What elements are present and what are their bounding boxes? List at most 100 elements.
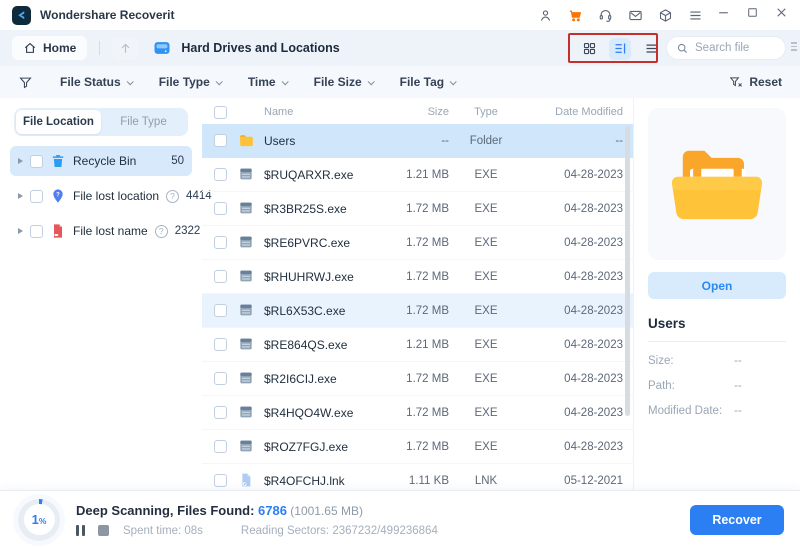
tab-file-location[interactable]: File Location — [16, 110, 101, 134]
row-checkbox[interactable] — [214, 134, 227, 147]
preview-fields: Size: -- Path: -- Modified Date: -- — [648, 355, 786, 417]
tab-file-type[interactable]: File Type — [101, 110, 186, 134]
table-row[interactable]: $R4OFCHJ.lnk 1.11 KB LNK 05-12-2021 — [202, 464, 633, 488]
table-row[interactable]: $RE864QS.exe 1.21 MB EXE 04-28-2023 — [202, 328, 633, 362]
file-type: EXE — [474, 203, 497, 215]
row-checkbox[interactable] — [214, 474, 227, 487]
recycle-bin-icon — [50, 153, 66, 169]
home-button[interactable]: Home — [12, 36, 87, 60]
file-type: EXE — [474, 339, 497, 351]
row-checkbox[interactable] — [214, 372, 227, 385]
sidebar-tree-item[interactable]: File lost name 2322 — [10, 216, 192, 246]
file-type: EXE — [474, 271, 497, 283]
reading-sectors: Reading Sectors: 2367232/499236864 — [241, 525, 438, 537]
filter-dropdown[interactable]: File Tag — [400, 75, 455, 89]
row-checkbox[interactable] — [214, 440, 227, 453]
help-icon[interactable] — [166, 190, 179, 203]
preview-field: Path: -- — [648, 380, 786, 392]
table-row[interactable]: $RHUHRWJ.exe 1.72 MB EXE 04-28-2023 — [202, 260, 633, 294]
package-icon[interactable] — [657, 7, 673, 23]
recover-button[interactable]: Recover — [690, 505, 784, 535]
filter-funnel-icon — [18, 75, 33, 90]
filter-dropdown[interactable]: File Type — [159, 75, 221, 89]
panel-collapse-handle[interactable] — [791, 42, 797, 51]
exe-file-icon — [238, 404, 255, 421]
column-size[interactable]: Size — [428, 106, 449, 118]
item-count: 2322 — [175, 225, 201, 237]
table-row[interactable]: $R4HQO4W.exe 1.72 MB EXE 04-28-2023 — [202, 396, 633, 430]
field-label: Path: — [648, 380, 734, 392]
filter-label: Time — [248, 75, 276, 89]
row-checkbox[interactable] — [214, 338, 227, 351]
reset-filters-button[interactable]: Reset — [729, 75, 782, 89]
table-row[interactable]: $RL6X53C.exe 1.72 MB EXE 04-28-2023 — [202, 294, 633, 328]
navigate-up-button[interactable] — [112, 37, 139, 60]
maximize-button[interactable] — [746, 6, 759, 24]
file-date-modified: 04-28-2023 — [564, 407, 623, 419]
file-type: EXE — [474, 305, 497, 317]
expand-arrow-icon[interactable] — [18, 193, 23, 199]
search-box[interactable] — [666, 36, 786, 60]
grid-view-button[interactable] — [578, 38, 600, 60]
app-title: Wondershare Recoverit — [40, 8, 175, 22]
file-size: -- — [441, 135, 449, 147]
select-all-checkbox[interactable] — [214, 106, 227, 119]
open-button[interactable]: Open — [648, 272, 786, 299]
file-name: $R4HQO4W.exe — [264, 406, 365, 420]
statusbar: 1% Deep Scanning, Files Found: 6786 (100… — [0, 490, 800, 548]
list-view-button[interactable] — [609, 38, 631, 60]
expand-arrow-icon[interactable] — [18, 228, 23, 234]
table-row[interactable]: $R3BR25S.exe 1.72 MB EXE 04-28-2023 — [202, 192, 633, 226]
table-row[interactable]: $RUQARXR.exe 1.21 MB EXE 04-28-2023 — [202, 158, 633, 192]
row-checkbox[interactable] — [214, 304, 227, 317]
expand-arrow-icon[interactable] — [18, 158, 23, 164]
table-row[interactable]: $RE6PVRC.exe 1.72 MB EXE 04-28-2023 — [202, 226, 633, 260]
sidebar-tree-item[interactable]: Recycle Bin 50 — [10, 146, 192, 176]
minimize-button[interactable] — [717, 6, 730, 24]
field-value: -- — [734, 355, 742, 367]
column-type[interactable]: Type — [474, 106, 498, 118]
filter-dropdown[interactable]: Time — [248, 75, 287, 89]
lost-name-icon — [50, 223, 66, 239]
vertical-scrollbar[interactable] — [625, 126, 630, 416]
row-checkbox[interactable] — [214, 406, 227, 419]
support-icon[interactable] — [597, 7, 613, 23]
row-checkbox[interactable] — [214, 202, 227, 215]
column-name[interactable]: Name — [264, 106, 365, 118]
file-size: 1.72 MB — [406, 441, 449, 453]
row-checkbox[interactable] — [214, 168, 227, 181]
file-table: Name Size Type Date Modified Users — [202, 98, 634, 490]
app-logo-icon — [12, 6, 31, 25]
item-checkbox[interactable] — [30, 225, 43, 238]
item-checkbox[interactable] — [30, 155, 43, 168]
search-input[interactable] — [695, 42, 775, 54]
table-row[interactable]: $ROZ7FGJ.exe 1.72 MB EXE 04-28-2023 — [202, 430, 633, 464]
row-checkbox[interactable] — [214, 270, 227, 283]
table-row[interactable]: Users -- Folder -- — [202, 124, 633, 158]
close-button[interactable] — [775, 6, 788, 24]
menu-icon[interactable] — [687, 7, 703, 23]
sidebar-tree-item[interactable]: ? File lost location 4414 — [10, 181, 192, 211]
mail-icon[interactable] — [627, 7, 643, 23]
view-toggle-group — [578, 37, 662, 60]
help-icon[interactable] — [155, 225, 168, 238]
compact-view-button[interactable] — [640, 38, 662, 60]
titlebar: Wondershare Recoverit — [0, 0, 800, 30]
file-name: $RL6X53C.exe — [264, 304, 365, 318]
file-size: 1.11 KB — [409, 475, 449, 487]
filter-label: File Tag — [400, 75, 444, 89]
file-name: $R2I6CIJ.exe — [264, 372, 365, 386]
stop-button[interactable] — [98, 525, 109, 536]
filter-dropdown[interactable]: File Size — [314, 75, 373, 89]
table-row[interactable]: $R2I6CIJ.exe 1.72 MB EXE 04-28-2023 — [202, 362, 633, 396]
row-checkbox[interactable] — [214, 236, 227, 249]
cart-icon[interactable] — [567, 7, 583, 23]
file-size: 1.72 MB — [406, 271, 449, 283]
search-icon — [676, 42, 689, 55]
pause-button[interactable] — [76, 525, 85, 536]
exe-file-icon — [238, 234, 255, 251]
filter-dropdown[interactable]: File Status — [60, 75, 132, 89]
item-checkbox[interactable] — [30, 190, 43, 203]
account-icon[interactable] — [537, 7, 553, 23]
column-date-modified[interactable]: Date Modified — [555, 106, 623, 118]
